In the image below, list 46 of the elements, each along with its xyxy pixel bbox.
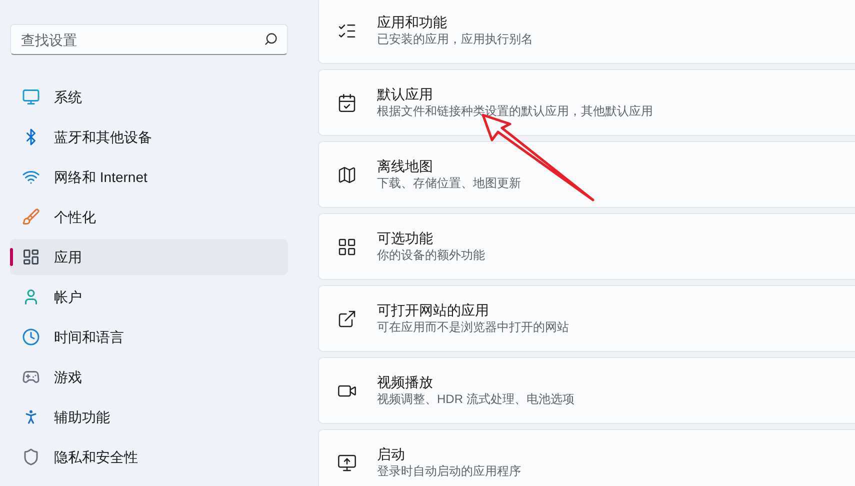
card-subtitle: 登录时自动启动的应用程序	[377, 463, 521, 480]
card-title: 启动	[377, 445, 406, 463]
monitor-icon	[22, 88, 40, 106]
wifi-icon	[22, 168, 40, 186]
card-title: 离线地图	[377, 157, 434, 175]
card-subtitle: 可在应用而不是浏览器中打开的网站	[377, 319, 569, 336]
card-title: 可打开网站的应用	[377, 301, 490, 319]
settings-card[interactable]: 默认应用 根据文件和链接种类设置的默认应用，其他默认应用	[318, 69, 855, 136]
sidebar-item[interactable]: 个性化	[10, 199, 288, 235]
shield-icon	[22, 448, 40, 466]
settings-card[interactable]: 可打开网站的应用 可在应用而不是浏览器中打开的网站	[318, 285, 855, 352]
gamepad-icon	[22, 368, 40, 386]
card-title: 默认应用	[377, 85, 434, 103]
clock-icon	[22, 328, 40, 346]
monitor-upload-icon	[337, 452, 357, 472]
person-icon	[22, 288, 40, 306]
card-subtitle: 下载、存储位置、地图更新	[377, 175, 521, 192]
sidebar-item[interactable]: 时间和语言	[10, 319, 288, 355]
settings-card[interactable]: 可选功能 你的设备的额外功能	[318, 213, 855, 280]
sidebar-item[interactable]: 游戏	[10, 359, 288, 395]
settings-card[interactable]: 启动 登录时自动启动的应用程序	[318, 429, 855, 486]
external-link-icon	[337, 308, 357, 328]
brush-icon	[22, 208, 40, 226]
grid-icon	[337, 236, 357, 256]
card-subtitle: 已安装的应用，应用执行别名	[377, 31, 533, 48]
card-title: 可选功能	[377, 229, 434, 247]
sidebar-item[interactable]: 辅助功能	[10, 399, 288, 435]
card-subtitle: 根据文件和链接种类设置的默认应用，其他默认应用	[377, 103, 653, 120]
sidebar-item[interactable]: 网络和 Internet	[10, 159, 288, 195]
sidebar-item[interactable]: 应用	[10, 239, 288, 275]
card-title: 视频播放	[377, 373, 434, 391]
card-subtitle: 你的设备的额外功能	[377, 247, 485, 264]
selection-indicator	[10, 248, 13, 266]
settings-card[interactable]: 视频播放 视频调整、HDR 流式处理、电池选项	[318, 357, 855, 424]
sidebar-item[interactable]: 蓝牙和其他设备	[10, 119, 288, 155]
sidebar-item[interactable]: 帐户	[10, 279, 288, 315]
settings-card[interactable]: 离线地图 下载、存储位置、地图更新	[318, 141, 855, 208]
card-subtitle: 视频调整、HDR 流式处理、电池选项	[377, 391, 574, 408]
apps-icon	[22, 248, 40, 266]
settings-card[interactable]: 应用和功能 已安装的应用，应用执行别名	[318, 0, 855, 64]
sidebar-item[interactable]: 隐私和安全性	[10, 439, 288, 475]
search-icon	[264, 32, 278, 46]
map-icon	[337, 164, 357, 184]
search-field[interactable]: 查找设置	[10, 24, 288, 55]
card-title: 应用和功能	[377, 13, 448, 31]
sidebar-item[interactable]: 系统	[10, 79, 288, 115]
